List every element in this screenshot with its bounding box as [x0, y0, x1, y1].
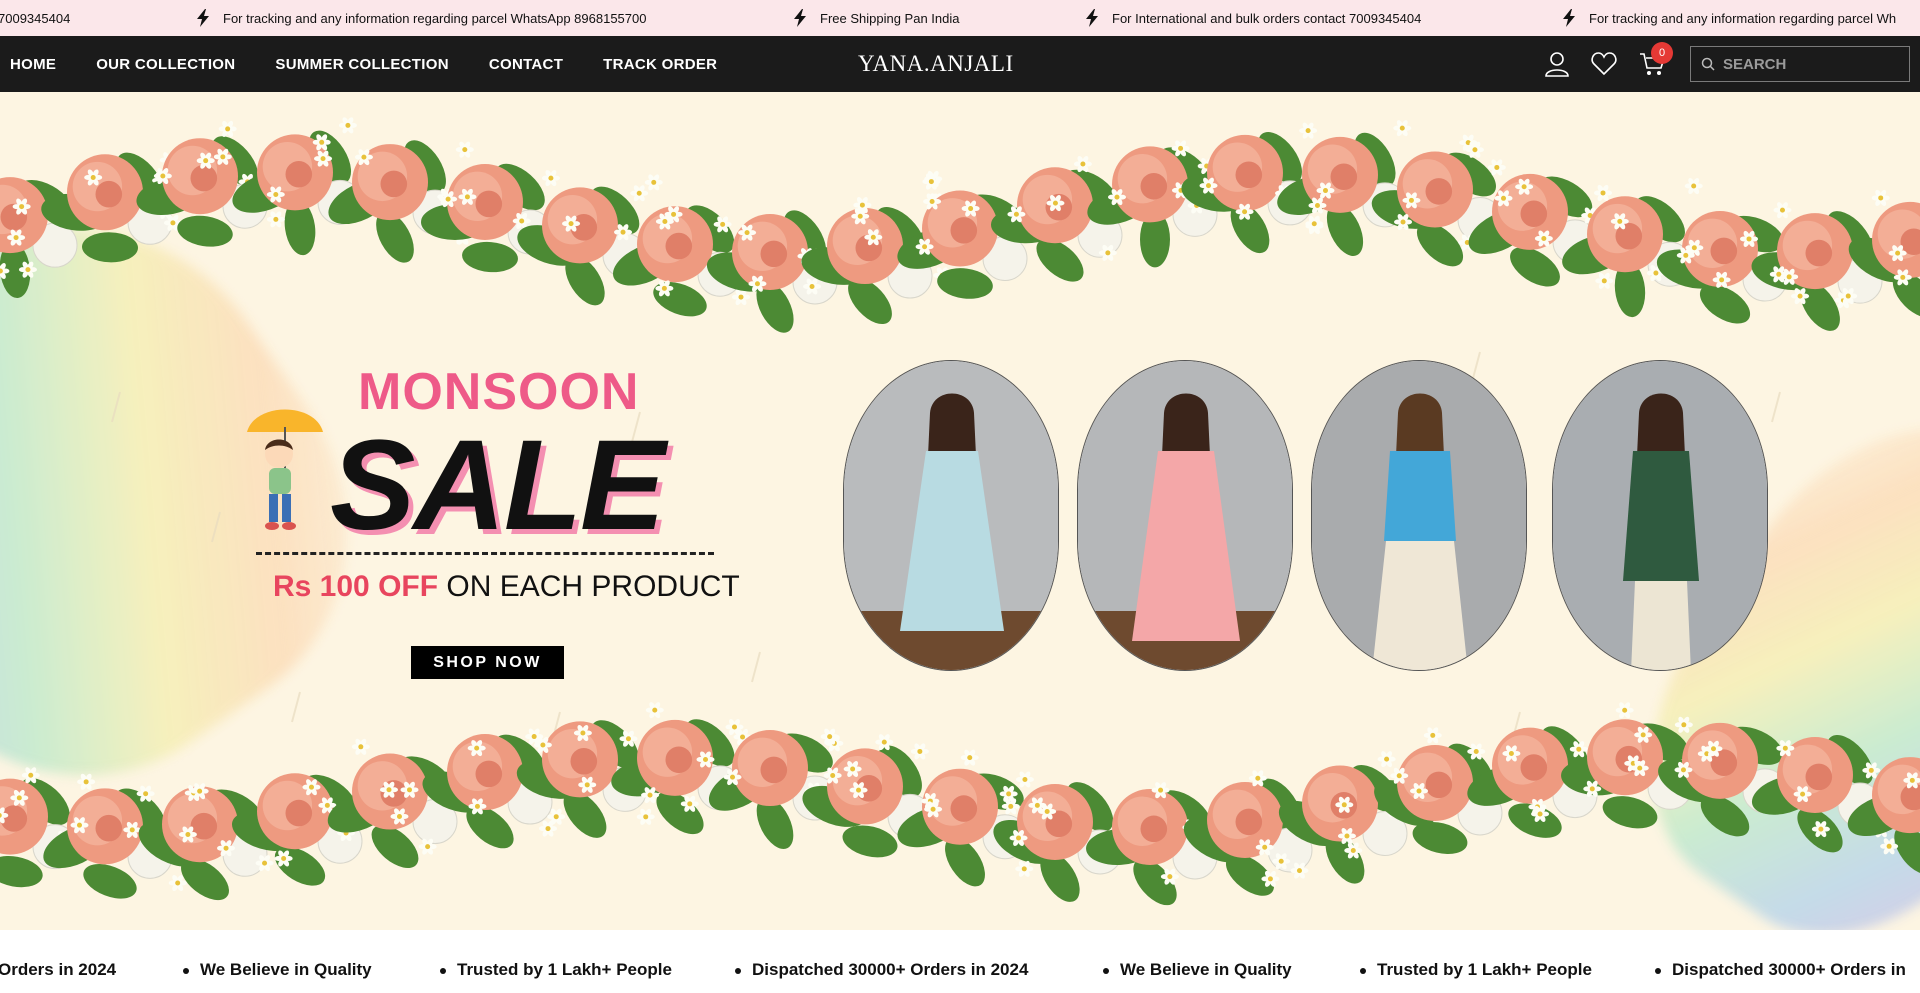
shop-now-button[interactable]: SHOP NOW: [411, 646, 564, 679]
ticker-item: Trusted by 1 Lakh+ People: [1377, 960, 1592, 979]
ticker-bullet: [735, 968, 741, 974]
ticker-bullet: [183, 968, 189, 974]
floral-garland-top: [0, 117, 1920, 333]
offer-rest: ON EACH PRODUCT: [438, 570, 740, 603]
nav-link-home[interactable]: HOME: [10, 56, 56, 73]
site-logo[interactable]: YANA.ANJALI: [858, 36, 1014, 92]
announcement-text: Free Shipping Pan India: [820, 10, 960, 26]
announcement-item: For International and bulk orders contac…: [1084, 0, 1421, 36]
hero-banner[interactable]: MONSOON SALE Rs 100 OFF ON EACH PRODUCT …: [0, 92, 1920, 930]
ticker-item: Trusted by 1 Lakh+ People: [457, 960, 672, 979]
lightning-icon: [197, 9, 209, 27]
heart-icon[interactable]: [1590, 50, 1618, 78]
search-icon[interactable]: [1701, 57, 1715, 71]
model-photo: [843, 360, 1059, 671]
announcement-text: For tracking and any information regardi…: [1589, 10, 1897, 26]
announcement-item: 7009345404: [0, 0, 70, 36]
announcement-item: For tracking and any information regardi…: [1561, 0, 1896, 36]
user-icon[interactable]: [1543, 50, 1571, 78]
lightning-icon: [1563, 9, 1575, 27]
nav-link-track-order[interactable]: TRACK ORDER: [603, 56, 717, 73]
nav-link-our-collection[interactable]: OUR COLLECTION: [96, 56, 235, 73]
ticker-item: Dispatched 30000+ Orders in 2024: [752, 960, 1029, 979]
search-box[interactable]: [1690, 46, 1910, 82]
ticker-bullet: [440, 968, 446, 974]
announcement-bar: 7009345404 For tracking and any informat…: [0, 0, 1920, 36]
ticker-item: Orders in 2024: [0, 960, 117, 979]
announcement-text: For International and bulk orders contac…: [1112, 10, 1422, 26]
offer-highlight: Rs 100 OFF: [273, 570, 439, 603]
divider: [256, 552, 714, 555]
announcement-text: 7009345404: [0, 10, 71, 26]
model-photo: [1552, 360, 1768, 671]
ticker-item: We Believe in Quality: [200, 960, 372, 979]
ticker-item: We Believe in Quality: [1120, 960, 1292, 979]
nav-links: HOME OUR COLLECTION SUMMER COLLECTION CO…: [10, 36, 757, 92]
lightning-icon: [794, 9, 806, 27]
search-input[interactable]: [1723, 55, 1893, 73]
ticker-item: Dispatched 30000+ Orders in: [1672, 960, 1906, 979]
model-photo: [1077, 360, 1293, 671]
lightning-icon: [1086, 9, 1098, 27]
floral-garland-bottom: [0, 702, 1920, 906]
ticker-bullet: [1360, 968, 1366, 974]
ticker-bullet: [1655, 968, 1661, 974]
announcement-item: For tracking and any information regardi…: [195, 0, 646, 36]
offer-text: Rs 100 OFF ON EACH PRODUCT: [273, 570, 740, 604]
nav-link-summer-collection[interactable]: SUMMER COLLECTION: [275, 56, 448, 73]
model-photo: [1311, 360, 1527, 671]
cart-count-badge: 0: [1651, 42, 1673, 64]
ticker-bullet: [1103, 968, 1109, 974]
kid-umbrella-illustration: [247, 409, 323, 530]
main-navigation: HOME OUR COLLECTION SUMMER COLLECTION CO…: [0, 36, 1920, 92]
sale-headline-main: SALE: [330, 414, 665, 557]
nav-link-contact[interactable]: CONTACT: [489, 56, 563, 73]
trust-ticker: Orders in 2024 We Believe in Quality Tru…: [0, 930, 1920, 993]
announcement-text: For tracking and any information regardi…: [223, 10, 647, 26]
announcement-item: Free Shipping Pan India: [792, 0, 959, 36]
